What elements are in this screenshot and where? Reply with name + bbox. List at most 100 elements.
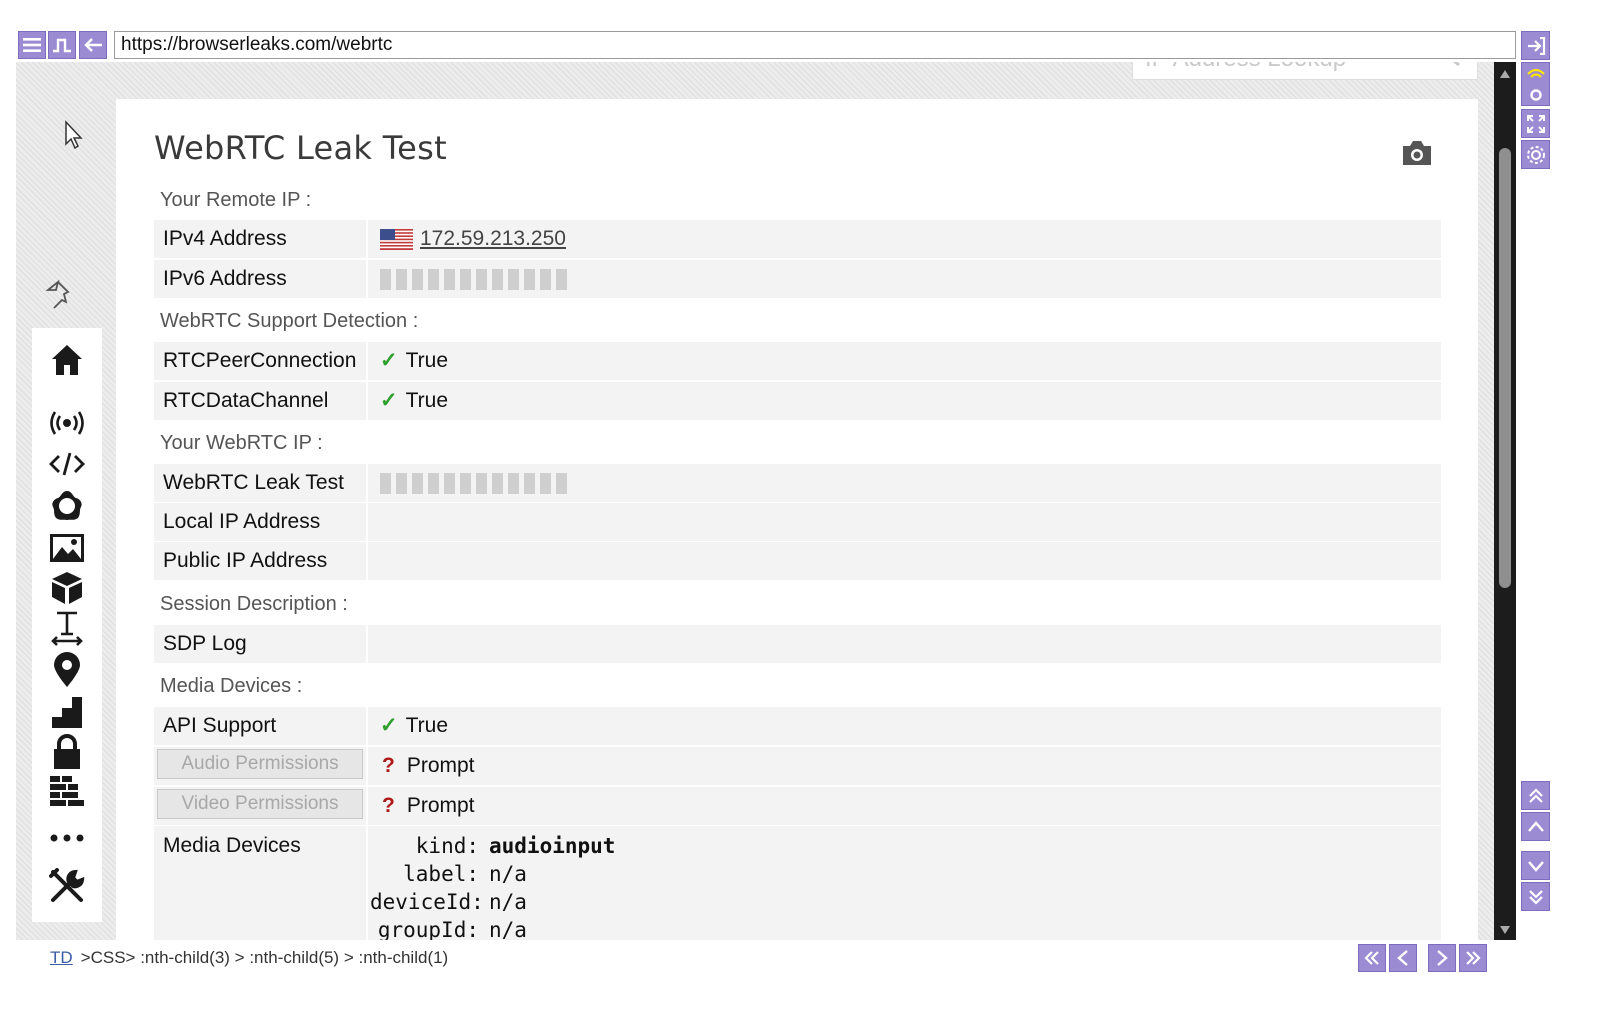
sdp-label: SDP Log [154,625,368,663]
section-session: Session Description : [160,593,348,615]
scroll-bottom-button[interactable] [1521,882,1550,911]
chevron-right-icon [1437,950,1448,966]
row-ipv6: IPv6 Address [154,260,1441,298]
ipv6-value-cell [370,260,1441,298]
row-rtcdatachannel: RTCDataChannel ✓ True [154,382,1441,420]
lock-icon[interactable] [49,734,85,770]
sidebar [32,328,102,922]
rtcdata-value-cell: ✓ True [370,382,1441,420]
location-pin-icon[interactable] [49,652,85,688]
td-link[interactable]: TD [50,948,73,967]
device-group-line: groupId: n/a [377,918,527,940]
step-button[interactable] [48,31,76,59]
chart-icon[interactable] [49,694,85,730]
check-icon: ✓ [380,349,398,372]
check-icon: ✓ [380,714,398,737]
signal-button[interactable] [1521,62,1550,106]
video-value: Prompt [406,794,475,817]
tools-icon[interactable] [49,868,85,904]
fullscreen-button[interactable] [1521,109,1550,138]
vertical-scrollbar[interactable] [1494,62,1516,940]
rtcpeer-label: RTCPeerConnection [154,342,368,380]
broadcast-icon[interactable] [49,405,85,441]
search-icon[interactable] [1433,62,1463,69]
us-flag-icon [380,229,413,250]
api-value-cell: ✓ True [370,707,1441,745]
ipv6-label: IPv6 Address [154,260,368,298]
devices-label: Media Devices [154,826,368,940]
row-video-permissions: Video Permissions ? Prompt [154,787,1441,825]
step-icon [53,38,71,53]
content-card: WebRTC Leak Test Your Remote IP : IPv4 A… [116,99,1478,940]
scrollbar-thumb[interactable] [1499,148,1511,588]
row-rtcpeerconnection: RTCPeerConnection ✓ True [154,342,1441,380]
page-up-button[interactable] [1521,812,1550,841]
image-icon[interactable] [49,530,85,566]
scroll-top-button[interactable] [1521,781,1550,810]
scroll-up-arrow-icon[interactable] [1500,70,1510,78]
page-down-button[interactable] [1521,851,1550,880]
menu-button[interactable] [18,31,46,59]
section-support: WebRTC Support Detection : [160,310,419,332]
element-path: TD >CSS> :nth-child(3) > :nth-child(5) > … [50,948,448,968]
chevron-up-icon [1527,820,1544,832]
masked-value [380,269,567,290]
cube-icon[interactable] [49,570,85,606]
code-icon[interactable] [49,446,85,482]
scroll-down-arrow-icon[interactable] [1500,926,1510,934]
question-icon: ? [382,754,395,777]
chevron-down-icon [1527,860,1544,872]
url-bar[interactable]: https://browserleaks.com/webrtc [114,31,1516,59]
public-ip-value [370,542,1441,580]
last-element-button[interactable] [1459,944,1487,972]
video-permissions-button[interactable]: Video Permissions [157,789,363,819]
firewall-icon[interactable] [49,774,85,810]
ipv4-label: IPv4 Address [154,220,368,258]
sdp-value [370,625,1441,663]
rtcpeer-value: True [405,349,449,372]
home-icon[interactable] [49,342,85,378]
section-media: Media Devices : [160,675,303,697]
device-kind-line: kind: audioinput [415,834,616,858]
masked-value [380,473,567,494]
gear-icon [1526,145,1545,164]
row-audio-permissions: Audio Permissions ? Prompt [154,747,1441,785]
row-local-ip: Local IP Address [154,503,1441,541]
leak-value-cell [370,464,1441,502]
camera-icon[interactable] [1401,139,1433,167]
section-webrtc-ip: Your WebRTC IP : [160,432,323,454]
api-label: API Support [154,707,368,745]
row-leak-test: WebRTC Leak Test [154,464,1441,502]
next-element-button[interactable] [1428,944,1456,972]
back-button[interactable] [79,31,107,59]
row-ipv4: IPv4 Address 172.59.213.250 [154,220,1441,258]
row-media-devices: Media Devices kind: audioinput label: n/a … [154,826,1441,940]
rtcdata-value: True [405,389,449,412]
more-icon[interactable] [49,820,85,856]
exit-icon [1527,36,1545,55]
row-public-ip: Public IP Address [154,542,1441,580]
audio-permissions-button[interactable]: Audio Permissions [157,749,363,779]
css-path: >CSS> :nth-child(3) > :nth-child(5) > :n… [80,948,449,967]
first-element-button[interactable] [1358,944,1386,972]
exit-button[interactable] [1521,31,1550,60]
video-label-cell: Video Permissions [154,787,368,825]
double-chevron-right-icon [1466,951,1481,965]
back-arrow-icon [84,38,102,52]
row-api-support: API Support ✓ True [154,707,1441,745]
row-sdp-log: SDP Log [154,625,1441,663]
text-cursor-icon[interactable] [49,610,85,646]
devices-value: kind: audioinput label: n/a deviceId: n/a g… [370,826,1441,940]
public-ip-label: Public IP Address [154,542,368,580]
settings-button[interactable] [1521,140,1550,169]
rtcpeer-value-cell: ✓ True [370,342,1441,380]
prev-element-button[interactable] [1389,944,1417,972]
leak-label: WebRTC Leak Test [154,464,368,502]
double-chevron-down-icon [1528,889,1543,905]
flower-icon[interactable] [49,488,85,524]
ip-lookup-input[interactable]: IP Address Lookup [1132,62,1478,80]
pin-tool-icon[interactable] [44,278,78,312]
menu-icon [23,38,41,52]
ipv4-link[interactable]: 172.59.213.250 [420,220,566,258]
video-value-cell: ? Prompt [370,787,1441,825]
